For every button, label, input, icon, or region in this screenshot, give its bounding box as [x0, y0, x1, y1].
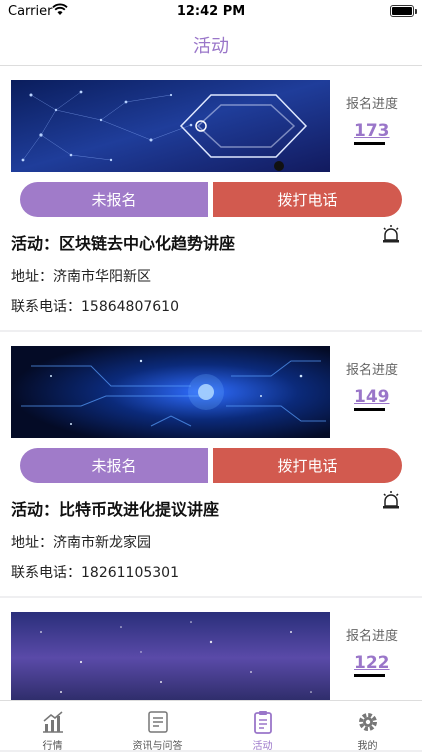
call-button[interactable]: 拨打电话 — [213, 182, 402, 217]
progress-label: 报名进度 — [346, 363, 399, 378]
progress-underline — [354, 408, 385, 411]
tab-mine[interactable]: 我的 — [315, 701, 420, 752]
signup-button[interactable]: 未报名 — [20, 182, 208, 217]
call-button[interactable]: 拨打电话 — [213, 448, 402, 483]
gear-icon — [359, 713, 377, 731]
activity-address: 地址：济南市华阳新区 — [11, 269, 151, 285]
activity-icon — [254, 711, 272, 734]
progress-value: 173 — [354, 121, 390, 141]
status-bar: Carrier 12:42 PM — [0, 0, 422, 24]
signup-button[interactable]: 未报名 — [20, 448, 208, 483]
battery-icon — [390, 5, 417, 17]
status-time: 12:42 PM — [176, 4, 246, 19]
progress-label: 报名进度 — [346, 97, 399, 112]
activity-address: 地址：济南市新龙家园 — [11, 535, 151, 551]
tab-bar: 行情 资讯与问答 活动 我的 — [0, 700, 422, 752]
nav-bar: 活动 — [0, 24, 422, 66]
activity-card: 报名进度 122 — [0, 598, 422, 700]
progress-value: 149 — [354, 387, 390, 407]
progress-value: 122 — [354, 653, 390, 673]
progress-label: 报名进度 — [346, 629, 399, 644]
activity-banner-image — [11, 80, 330, 172]
activity-phone[interactable]: 联系电话：15864807610 — [11, 296, 179, 316]
activity-title: 活动：区块链去中心化趋势讲座 — [11, 234, 236, 253]
tab-news[interactable]: 资讯与问答 — [105, 701, 210, 752]
news-icon — [148, 711, 168, 733]
progress-underline — [354, 142, 385, 145]
chart-icon — [43, 711, 63, 733]
tab-activity[interactable]: 活动 — [210, 701, 315, 752]
progress-underline — [354, 674, 385, 677]
page-title: 活动 — [193, 36, 229, 57]
activity-card: 报名进度 173 未报名 拨打电话 活动：区块链去中心化趋势讲座 地址：济南市华… — [0, 66, 422, 330]
activity-title: 活动：比特币改进化提议讲座 — [11, 500, 220, 519]
alarm-icon[interactable] — [381, 490, 401, 510]
activity-card: 报名进度 149 未报名 拨打电话 活动：比特币改进化提议讲座 地址：济南市新龙… — [0, 332, 422, 596]
alarm-icon[interactable] — [381, 224, 401, 244]
activity-phone[interactable]: 联系电话：18261105301 — [11, 562, 179, 582]
activity-banner-image — [11, 612, 330, 700]
tab-market[interactable]: 行情 — [0, 701, 105, 752]
activity-list[interactable]: 报名进度 173 未报名 拨打电话 活动：区块链去中心化趋势讲座 地址：济南市华… — [0, 66, 422, 700]
activity-banner-image — [11, 346, 330, 438]
